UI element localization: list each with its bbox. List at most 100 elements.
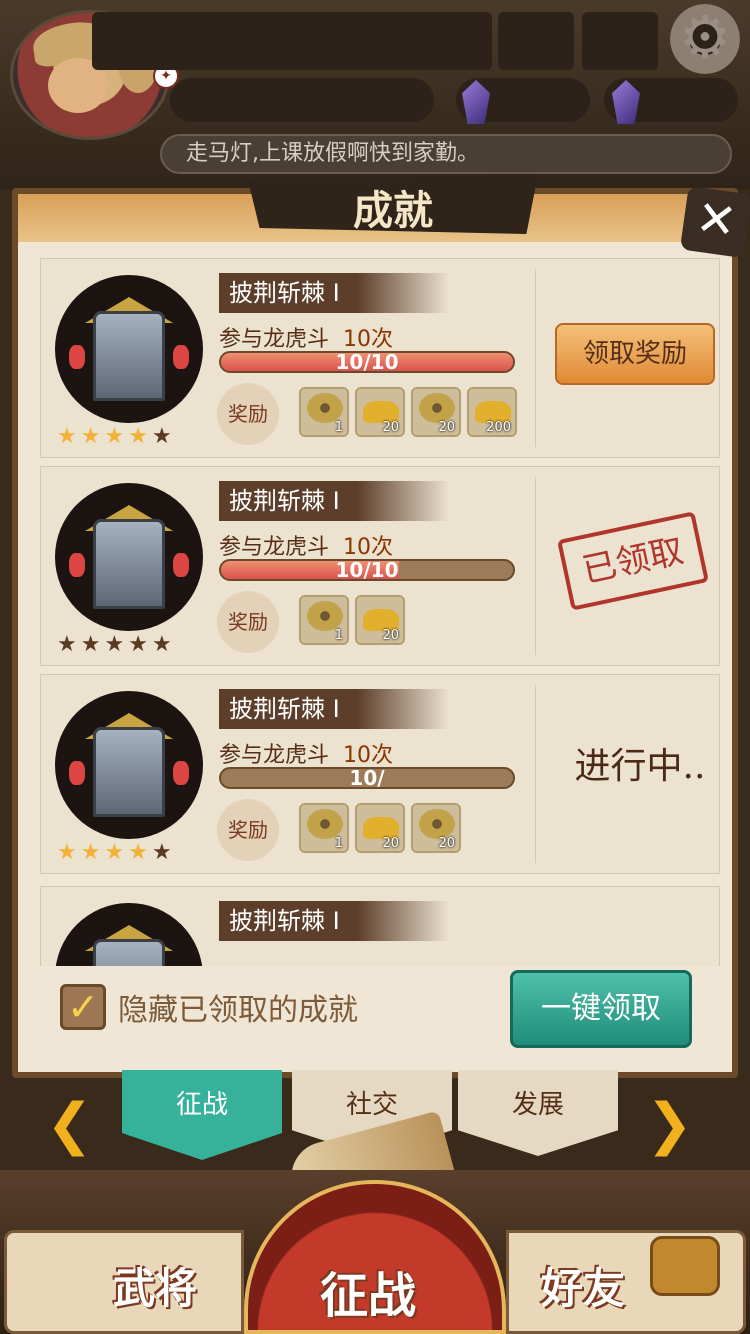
reward-item[interactable]: 20 [355, 595, 405, 645]
reward-item[interactable]: 20 [411, 803, 461, 853]
in-progress-label: 进行中.. [574, 746, 706, 787]
star-icon: ★ [57, 424, 77, 449]
reward-item[interactable]: 20 [411, 387, 461, 437]
tower-icon [93, 727, 165, 817]
reward-qty: 20 [438, 420, 455, 435]
reward-qty: 200 [486, 420, 511, 435]
reward-item[interactable]: 200 [467, 387, 517, 437]
reward-item[interactable]: 1 [299, 387, 349, 437]
star-icon: ★ [151, 424, 172, 449]
reward-label: 奖励 [217, 799, 279, 861]
reward-qty: 20 [438, 836, 455, 851]
vip-box [582, 12, 658, 70]
hide-claimed-label: 隐藏已领取的成就 [118, 993, 358, 1028]
reward-item[interactable]: 1 [299, 803, 349, 853]
lantern-icon [69, 761, 85, 785]
card-divider [535, 269, 536, 447]
task-description: 参与龙虎斗 10次 [219, 737, 393, 769]
claim-all-button[interactable]: 一键领取 [510, 970, 692, 1048]
task-label: 参与龙虎斗 [219, 535, 330, 560]
progress-bar: 10/10 [219, 351, 515, 373]
power-box [170, 78, 434, 122]
reward-qty: 20 [382, 420, 399, 435]
achievement-list[interactable]: 披荆斩棘 Ⅰ ★ ★ ★ ★ ★ 参与龙虎斗 10次 10/10 奖励 1 20 20 200 领取奖励 披… [36, 258, 726, 966]
progress-text: 10/ [349, 767, 385, 789]
title-banner: 成就 [248, 174, 538, 234]
progress-bar: 10/10 [219, 559, 515, 581]
reward-item[interactable]: 20 [355, 387, 405, 437]
lantern-icon [69, 345, 85, 369]
settings-gear-icon[interactable]: ⚙ [670, 4, 740, 74]
achievement-portrait [55, 691, 203, 839]
tower-icon [93, 939, 165, 966]
achievement-portrait [55, 275, 203, 423]
progress-text: 10/10 [335, 559, 399, 581]
reward-item[interactable]: 1 [299, 595, 349, 645]
reward-qty: 1 [334, 420, 343, 435]
star-icon: ★ [104, 424, 125, 449]
star-icon: ★ [151, 840, 172, 865]
star-icon: ★ [128, 424, 148, 449]
star-icon: ★ [80, 424, 101, 449]
star-rating: ★ ★ ★ ★ ★ [57, 425, 172, 449]
achievement-card: 披荆斩棘 Ⅰ ★ ★ ★ ★ ★ 参与龙虎斗 10次 10/奖励 1 20 20 进行中.. [40, 674, 720, 874]
star-icon: ★ [104, 632, 125, 657]
achievement-card: 披荆斩棘 Ⅰ ★ ★ ★ ★ ★ 参与龙虎斗 10次 10/10 奖励 1 20 20 200 领取奖励 [40, 258, 720, 458]
star-icon: ★ [57, 840, 77, 865]
star-icon: ★ [151, 632, 172, 657]
bottom-nav: 武将 征战 好友 [0, 1170, 750, 1334]
tower-icon [93, 519, 165, 609]
claim-reward-button[interactable]: 领取奖励 [555, 323, 715, 385]
copper-coin-icon [307, 601, 343, 631]
star-rating: ★ ★ ★ ★ ★ [57, 841, 172, 865]
achievement-panel: 成就 ✕ 披荆斩棘 Ⅰ ★ ★ ★ ★ ★ 参与龙虎斗 10次 10/10 奖励 1 20 20 200 领… [12, 174, 750, 1078]
lantern-icon [173, 345, 189, 369]
tab-campaign[interactable]: 征战 [122, 1070, 282, 1160]
progress-bar: 10/ [219, 767, 515, 789]
marquee-text: 走马灯,上课放假啊快到家勤。 [160, 134, 732, 174]
star-icon: ★ [104, 840, 125, 865]
copper-coin-icon [419, 809, 455, 839]
claimed-stamp: 已领取 [557, 511, 709, 611]
task-description: 参与龙虎斗 10次 [219, 529, 393, 561]
tab-development[interactable]: 发展 [458, 1070, 618, 1156]
reward-qty: 1 [334, 628, 343, 643]
tower-icon [93, 311, 165, 401]
copper-coin-icon [307, 809, 343, 839]
progress-text: 10/10 [335, 351, 399, 373]
reward-items: 1 20 [299, 595, 405, 645]
task-count: 10次 [343, 327, 394, 352]
star-icon: ★ [80, 840, 101, 865]
card-divider [535, 477, 536, 655]
achievement-portrait [55, 483, 203, 631]
chevron-left-icon[interactable]: ❮ [46, 1092, 93, 1157]
star-rating: ★ ★ ★ ★ ★ [57, 633, 172, 657]
task-description: 参与龙虎斗 10次 [219, 321, 393, 353]
star-icon: ★ [128, 840, 148, 865]
achievement-card: 披荆斩棘 Ⅰ [40, 886, 720, 966]
achievement-card: 披荆斩棘 Ⅰ ★ ★ ★ ★ ★ 参与龙虎斗 10次 10/10 奖励 1 20 已领取 [40, 466, 720, 666]
close-icon[interactable]: ✕ [679, 185, 750, 259]
nav-campaign[interactable]: 征战 [244, 1180, 506, 1334]
achievement-title: 披荆斩棘 Ⅰ [219, 273, 449, 313]
reward-items: 1 20 20 200 [299, 387, 517, 437]
lantern-icon [69, 553, 85, 577]
reward-qty: 20 [382, 836, 399, 851]
level-box [498, 12, 574, 70]
star-icon: ★ [128, 632, 148, 657]
task-count: 10次 [343, 535, 394, 560]
task-label: 参与龙虎斗 [219, 327, 330, 352]
hide-claimed-toggle[interactable]: ✓ 隐藏已领取的成就 [60, 984, 358, 1030]
nav-friends-label: 好友 [541, 1264, 626, 1313]
panel-title: 成就 [353, 187, 433, 234]
reward-label: 奖励 [217, 383, 279, 445]
nav-generals[interactable]: 武将 [4, 1230, 244, 1334]
nav-campaign-label: 征战 [320, 1268, 417, 1324]
checkbox-checked-icon[interactable]: ✓ [60, 984, 106, 1030]
copper-coin-icon [419, 393, 455, 423]
chevron-right-icon[interactable]: ❯ [646, 1092, 693, 1157]
achievement-title: 披荆斩棘 Ⅰ [219, 481, 449, 521]
nav-generals-label: 武将 [113, 1264, 198, 1313]
lantern-icon [173, 761, 189, 785]
reward-item[interactable]: 20 [355, 803, 405, 853]
